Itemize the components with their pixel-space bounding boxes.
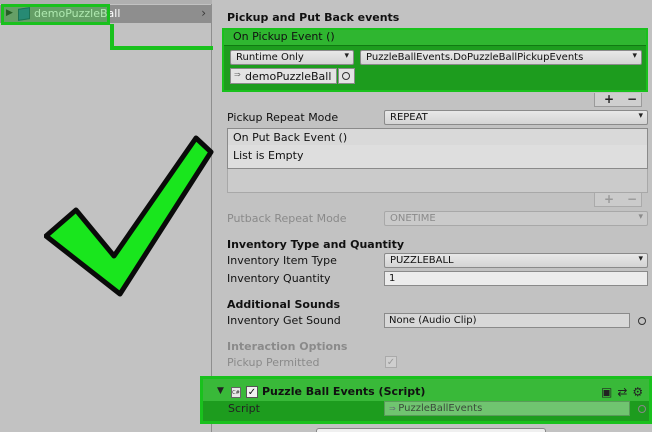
preset-icon[interactable]: ⇄ [617,385,632,399]
add-component-button-edge[interactable] [316,428,546,432]
function-dropdown-value: PuzzleBallEvents.DoPuzzleBallPickupEvent… [366,52,584,63]
putback-repeat-mode-value: ONETIME [390,213,436,224]
function-dropdown[interactable]: PuzzleBallEvents.DoPuzzleBallPickupEvent… [360,50,642,65]
section-title-interaction: Interaction Options [227,340,348,353]
object-ref-icon: ⇒ [234,70,241,79]
runtime-dropdown-value: Runtime Only [236,52,304,63]
section-title-pickup: Pickup and Put Back events [227,11,400,24]
putback-event-list-controls: + − [594,193,642,207]
object-field-value: demoPuzzleBall [245,70,332,83]
inventory-quantity-field[interactable]: 1 [384,271,648,286]
add-button[interactable]: + [604,93,614,106]
runtime-dropdown[interactable]: Runtime Only ▾ [230,50,354,65]
pickup-repeat-mode-value: REPEAT [390,112,428,123]
foldout-arrow-icon[interactable]: ▼ [217,386,224,396]
inventory-item-type-value: PUZZLEBALL [390,255,454,266]
checkmark-icon [44,135,214,297]
inventory-item-type-label: Inventory Item Type [227,254,337,267]
pickup-repeat-mode-label: Pickup Repeat Mode [227,111,339,124]
section-title-inventory: Inventory Type and Quantity [227,238,405,251]
putback-event-footer [227,169,648,193]
inventory-get-sound-value: None (Audio Clip) [389,315,477,326]
pickup-event-title: On Pickup Event () [233,30,335,43]
script-field-value: PuzzleBallEvents [398,403,483,414]
object-picker-icon [342,72,350,80]
putback-repeat-mode-label: Putback Repeat Mode [227,212,347,225]
help-book-icon[interactable]: ▣ [601,385,617,399]
remove-button[interactable]: − [627,93,637,106]
section-title-sounds: Additional Sounds [227,298,341,311]
inventory-quantity-label: Inventory Quantity [227,272,331,285]
dropdown-caret-icon: ▾ [638,212,643,222]
inventory-get-sound-field[interactable]: None (Audio Clip) [384,313,630,328]
putback-repeat-mode-dropdown: ONETIME ▾ [384,211,648,226]
inventory-quantity-value: 1 [389,273,396,284]
pickup-permitted-label: Pickup Permitted [227,356,320,369]
script-ref-icon: ⇒ [389,404,399,413]
chevron-right-icon[interactable]: › [201,6,206,20]
putback-event-list: List is Empty [227,145,648,169]
inventory-get-sound-label: Inventory Get Sound [227,314,341,327]
putback-empty-text: List is Empty [233,149,304,162]
dropdown-caret-icon: ▾ [344,51,349,61]
pickup-repeat-mode-dropdown[interactable]: REPEAT ▾ [384,110,648,125]
component-enabled-checkbox[interactable]: ✓ [246,386,258,398]
add-button-disabled: + [604,192,615,206]
dropdown-caret-icon: ▾ [638,111,643,121]
dropdown-caret-icon: ▾ [638,254,643,264]
pickup-event-list-controls: + − [594,93,642,107]
object-picker-button[interactable] [338,68,355,84]
gear-icon[interactable]: ⚙ [632,385,648,399]
highlight-connector-horizontal [110,46,222,50]
remove-button-disabled: − [627,192,638,206]
putback-event-title: On Put Back Event () [233,131,348,144]
component-toolbar: ▣⇄⚙ [601,385,648,399]
putback-event-header: On Put Back Event () [227,128,648,146]
script-field: ⇒ PuzzleBallEvents [384,401,630,416]
script-file-icon: C# [231,387,241,398]
script-component-title: Puzzle Ball Events (Script) [262,385,426,398]
object-field[interactable]: ⇒ demoPuzzleBall [230,68,337,84]
object-picker-icon[interactable] [638,317,646,325]
pickup-permitted-checkbox: ✓ [385,356,397,368]
highlight-box-hierarchy [1,4,110,25]
dropdown-caret-icon: ▾ [632,51,637,61]
inventory-item-type-dropdown[interactable]: PUZZLEBALL ▾ [384,253,648,268]
object-picker-icon [638,405,646,413]
script-label: Script [228,402,260,415]
